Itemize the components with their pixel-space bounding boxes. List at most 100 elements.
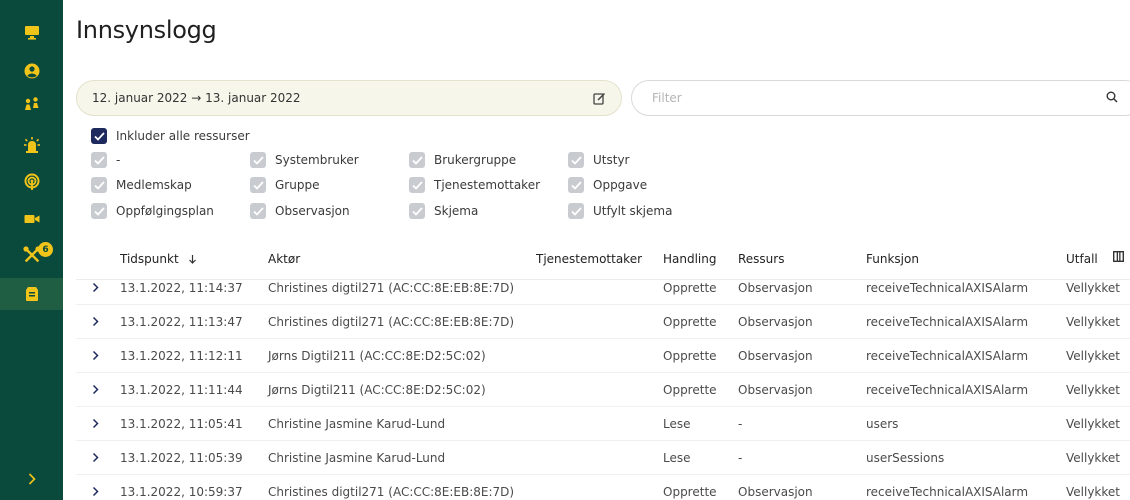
cell-function: userSessions [866,451,945,465]
resource-label: Oppgave [593,178,648,192]
chevron-right-icon [92,384,99,394]
resource-checkbox[interactable]: - [91,152,120,168]
cell-function: receiveTechnicalAXISAlarm [866,315,1029,329]
cell-time: 13.1.2022, 11:14:37 [120,281,243,295]
cell-action: Lese [663,417,691,431]
resource-checkbox[interactable]: Oppgave [568,177,647,193]
checkbox-muted-icon [409,203,425,219]
table-row[interactable]: 13.1.2022, 11:11:44 Jørns Digtil211 (AC:C… [76,373,1130,407]
expand-row-button[interactable] [90,314,100,328]
date-range-field[interactable]: 12. januar 2022 → 13. januar 2022 [76,80,622,116]
table-row[interactable]: 13.1.2022, 11:14:37 Christines digtil271 … [76,271,1130,305]
sort-descending-icon [189,255,197,264]
sidebar-expand-button[interactable] [0,458,63,500]
edit-icon [592,92,605,105]
expand-row-button[interactable] [90,484,100,498]
cell-outcome: Vellykket [1066,315,1120,329]
chevron-right-icon [92,316,99,326]
expand-row-button[interactable] [90,348,100,362]
tools-badge: 6 [38,242,53,257]
resource-checkbox[interactable]: Skjema [409,203,478,219]
filter-placeholder: Filter [652,91,682,105]
checkbox-muted-icon [91,177,107,193]
date-range-value: 12. januar 2022 → 13. januar 2022 [92,91,301,105]
cell-resource: - [738,417,743,431]
search-button[interactable] [1106,91,1118,106]
column-header-action[interactable]: Handling [663,252,717,266]
sidebar-item-profile[interactable] [0,55,63,87]
cell-function: users [866,417,899,431]
chevron-right-icon [92,452,99,462]
table-row[interactable]: 13.1.2022, 11:13:47 Christines digtil271 … [76,305,1130,339]
include-all-checkbox[interactable]: Inkluder alle ressurser [91,128,250,144]
table-row[interactable]: 13.1.2022, 11:12:11 Jørns Digtil211 (AC:C… [76,339,1130,373]
resource-checkbox[interactable]: Medlemskap [91,177,192,193]
resource-label: Utstyr [593,153,630,167]
sidebar-item-alarms[interactable] [0,129,63,161]
resource-label: Brukergruppe [434,153,517,167]
expand-row-button[interactable] [90,382,100,396]
cell-action: Opprette [663,281,717,295]
resource-checkbox[interactable]: Observasjon [250,203,350,219]
cell-outcome: Vellykket [1066,349,1120,363]
checkbox-muted-icon [91,152,107,168]
cell-action: Opprette [663,349,717,363]
resource-checkbox[interactable]: Systembruker [250,152,359,168]
chevron-right-icon [92,350,99,360]
sidebar-item-people[interactable] [0,88,63,120]
sidebar: 6 [0,0,63,500]
edit-date-button[interactable] [591,90,607,106]
expand-row-button[interactable] [90,280,100,294]
column-header-outcome[interactable]: Utfall [1066,252,1098,266]
cell-function: receiveTechnicalAXISAlarm [866,349,1029,363]
cell-actor: Christine Jasmine Karud-Lund [268,451,446,465]
cell-time: 13.1.2022, 11:12:11 [120,349,243,363]
cell-resource: - [738,451,743,465]
checkbox-muted-icon [250,203,266,219]
column-header-resource[interactable]: Ressurs [738,252,784,266]
alarm-icon [23,137,40,153]
cell-action: Lese [663,451,691,465]
cell-time: 13.1.2022, 11:11:44 [120,383,243,397]
resource-checkbox[interactable]: Oppfølgingsplan [91,203,214,219]
table-row[interactable]: 13.1.2022, 11:05:39 Christine Jasmine Kar… [76,441,1130,475]
column-header-time[interactable]: Tidspunkt [120,252,197,266]
column-header-recipient[interactable]: Tjenestemottaker [536,252,642,266]
chevron-right-icon [28,473,36,485]
sidebar-item-monitor[interactable] [0,16,63,48]
resource-checkbox[interactable]: Tjenestemottaker [409,177,540,193]
resource-checkbox[interactable]: Brukergruppe [409,152,516,168]
table-row[interactable]: 13.1.2022, 11:05:41 Christine Jasmine Kar… [76,407,1130,441]
column-settings-button[interactable] [1112,250,1125,265]
resource-label: Systembruker [275,153,359,167]
cell-resource: Observasjon [738,315,813,329]
column-header-actor[interactable]: Aktør [268,252,300,266]
resource-checkbox[interactable]: Utstyr [568,152,629,168]
resource-label: Oppfølgingsplan [116,204,214,218]
sidebar-item-log[interactable] [0,278,63,310]
sidebar-item-tools[interactable]: 6 [0,239,63,271]
monitor-icon [24,25,39,40]
sidebar-item-video[interactable] [0,203,63,235]
table-row[interactable]: 13.1.2022, 10:59:37 Christines digtil271 … [76,475,1130,500]
cell-time: 13.1.2022, 11:13:47 [120,315,243,329]
chevron-right-icon [92,418,99,428]
expand-row-button[interactable] [90,450,100,464]
columns-icon [1112,250,1125,263]
resource-checkbox[interactable]: Utfylt skjema [568,203,672,219]
expand-row-button[interactable] [90,416,100,430]
signal-icon [24,173,39,190]
log-icon [25,287,38,301]
cell-actor: Christines digtil271 (AC:CC:8E:EB:8E:7D) [268,281,515,295]
sidebar-item-signal[interactable] [0,166,63,198]
resource-label: Tjenestemottaker [434,178,541,192]
cell-resource: Observasjon [738,485,813,499]
checkbox-muted-icon [409,152,425,168]
chevron-right-icon [92,282,99,292]
cell-outcome: Vellykket [1066,451,1120,465]
column-header-function[interactable]: Funksjon [866,252,919,266]
cell-function: receiveTechnicalAXISAlarm [866,485,1029,499]
cell-action: Opprette [663,383,717,397]
filter-input[interactable]: Filter [631,80,1130,116]
resource-checkbox[interactable]: Gruppe [250,177,319,193]
